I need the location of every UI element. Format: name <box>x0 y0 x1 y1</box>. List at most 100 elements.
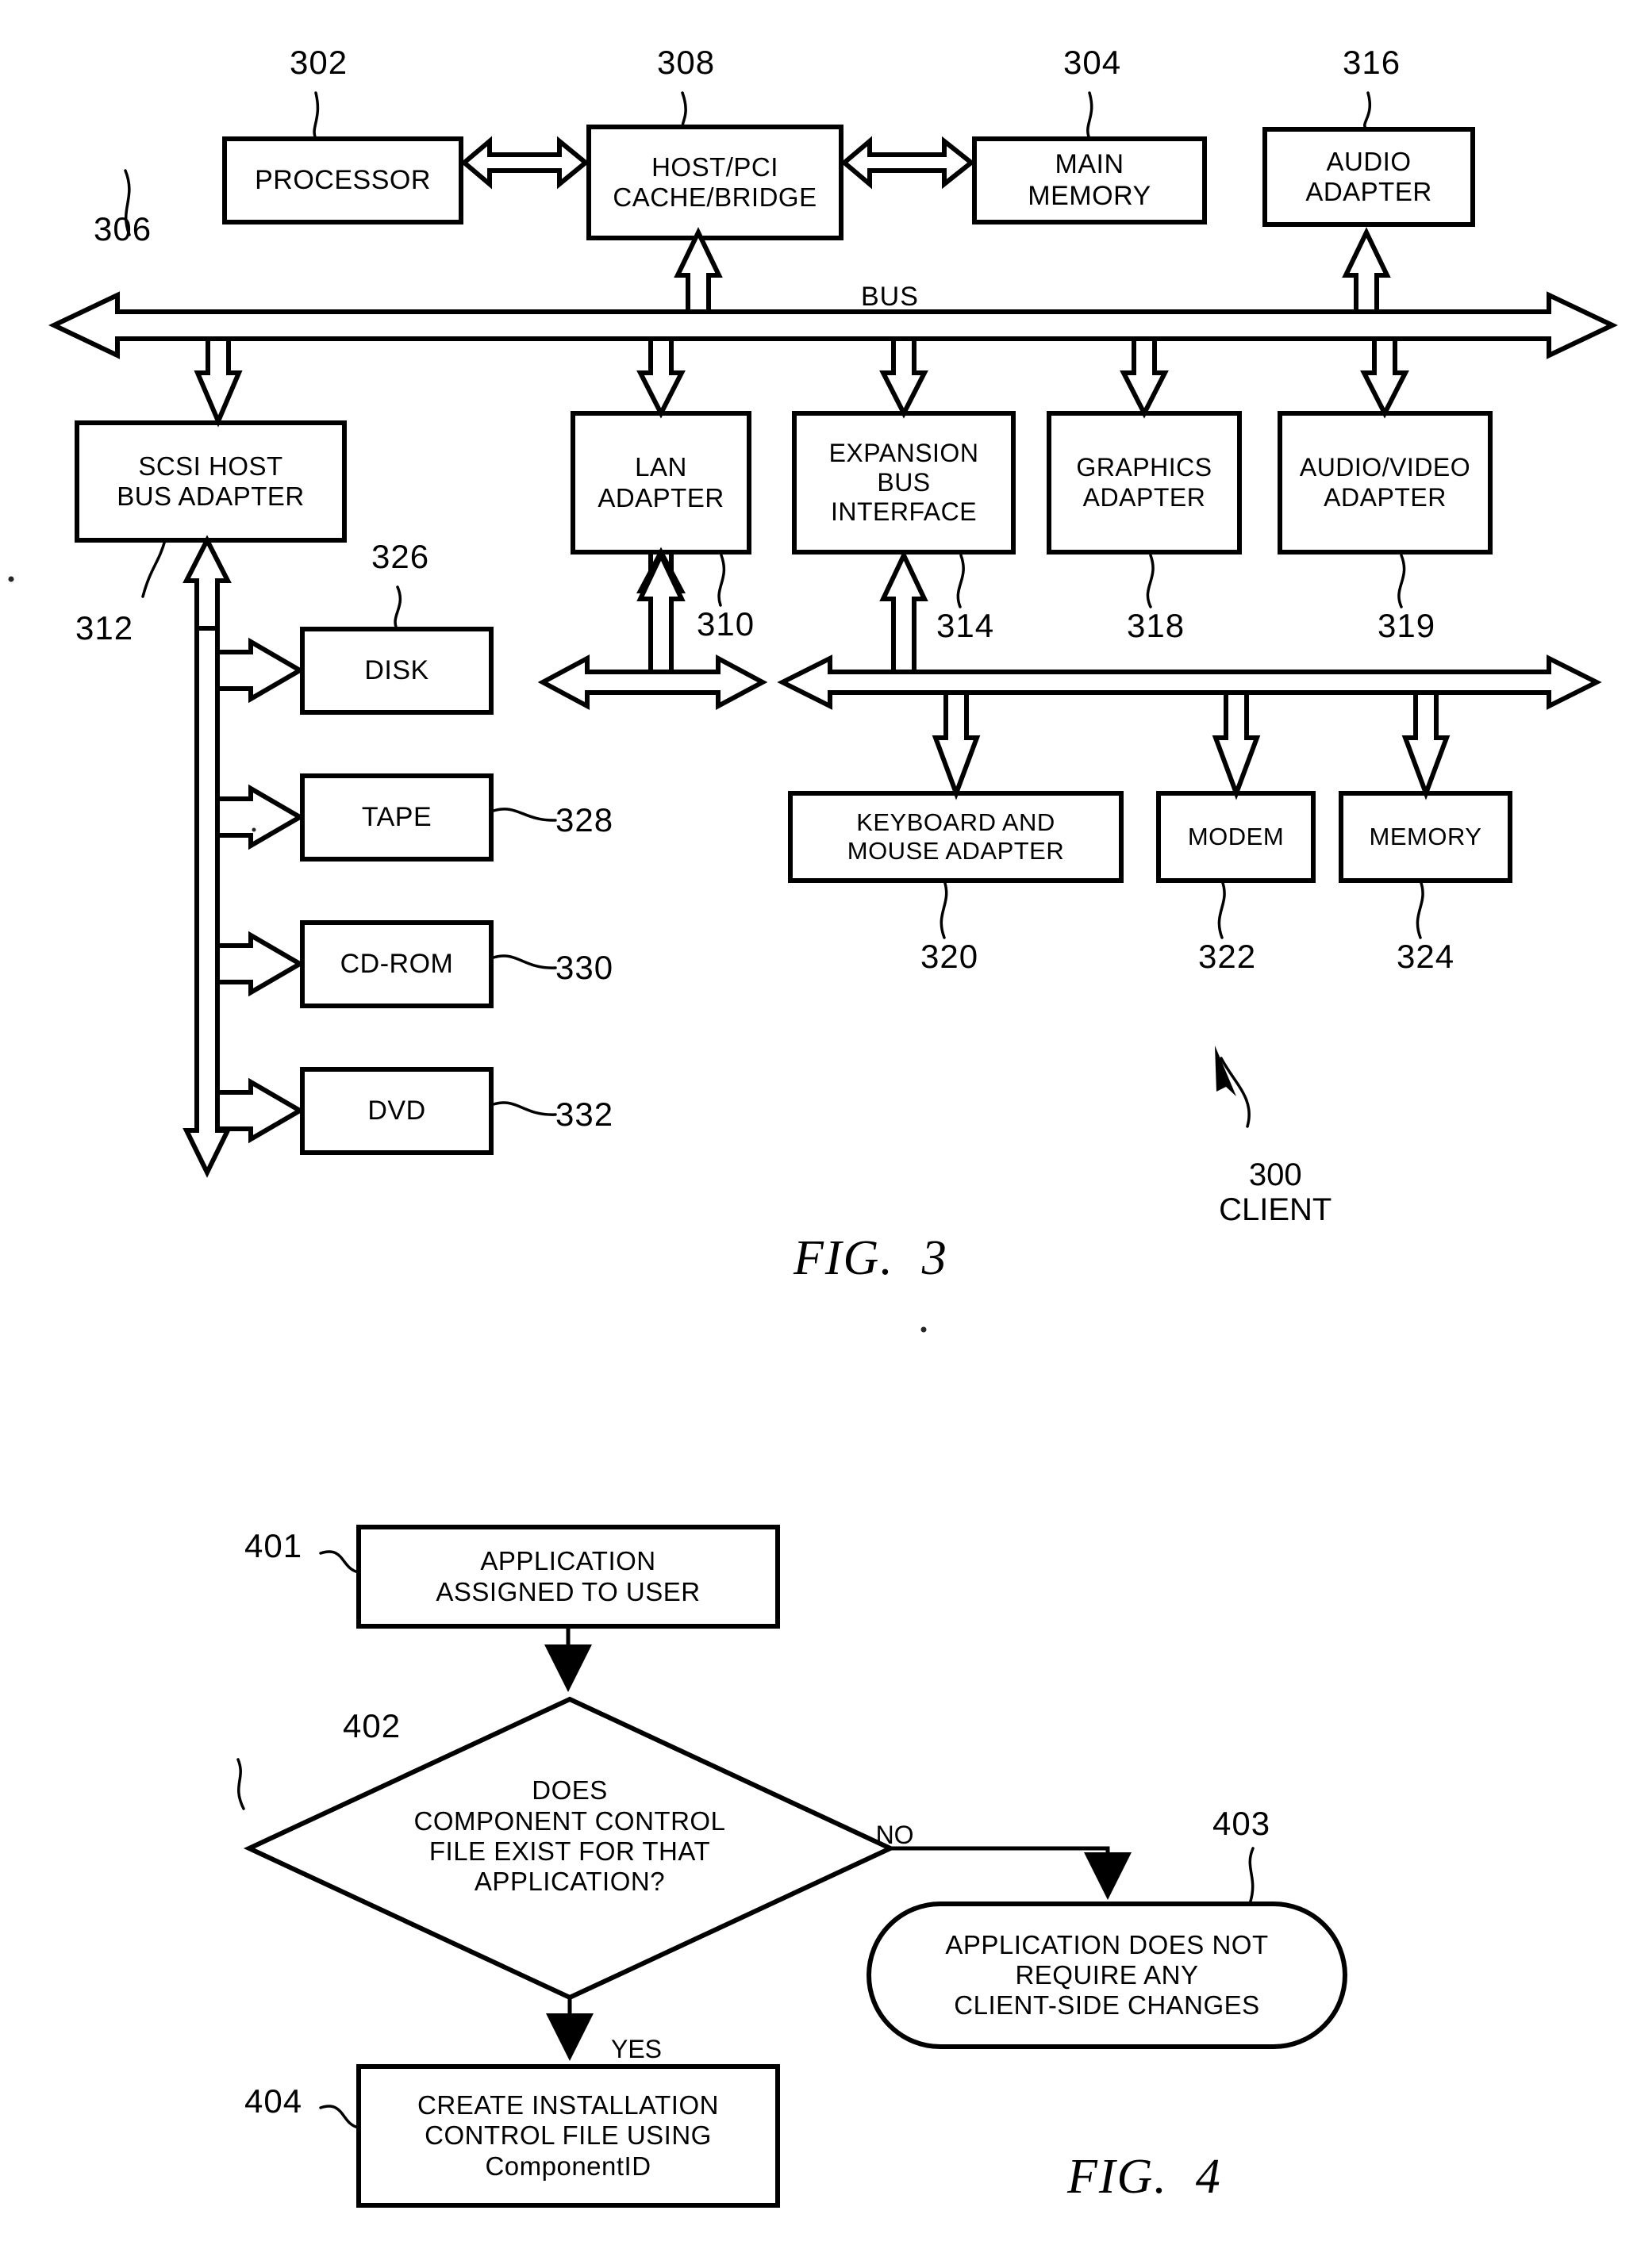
diagram-vector-layer <box>8 91 1618 2208</box>
arrow-lanbus-to-lan-up <box>636 547 686 593</box>
label-modem: MODEM <box>1187 823 1285 851</box>
label-audio-video-adapter: AUDIO/VIDEO ADAPTER <box>1299 453 1471 512</box>
label-cdrom: CD-ROM <box>340 948 454 979</box>
leader-404 <box>319 2105 360 2129</box>
leader-402 <box>236 1758 245 1810</box>
edge-label-no: NO <box>875 1821 914 1849</box>
refnum-304: 304 <box>1063 44 1122 81</box>
client-refnum: 300 <box>1248 1157 1302 1192</box>
leader-308 <box>681 91 687 129</box>
leader-328 <box>492 808 557 822</box>
leader-332 <box>492 1101 557 1116</box>
client-callout: 300 CLIENT <box>1182 1122 1333 1262</box>
arrow-decision-no-to-terminal <box>890 1846 1132 1900</box>
label-bus: BUS <box>861 282 919 312</box>
leader-403 <box>1248 1847 1255 1905</box>
leader-316 <box>1363 91 1371 131</box>
refnum-318: 318 <box>1127 607 1185 644</box>
leader-304 <box>1086 91 1093 140</box>
arrow-bus-to-lan <box>636 336 686 419</box>
arrow-bus-to-bridge <box>674 227 723 314</box>
refnum-328: 328 <box>555 801 614 839</box>
leader-319 <box>1397 554 1406 608</box>
label-audio-adapter: AUDIO ADAPTER <box>1305 146 1432 206</box>
label-processor: PROCESSOR <box>255 164 431 195</box>
refnum-402: 402 <box>343 1707 402 1744</box>
patent-drawing-sheet: PROCESSOR HOST/PCI CACHE/BRIDGE MAIN MEM… <box>0 0 1637 2268</box>
scan-speck <box>252 827 256 832</box>
label-create-installation-control-file: CREATE INSTALLATION CONTROL FILE USING C… <box>417 2090 719 2181</box>
refnum-306: 306 <box>94 210 152 248</box>
refnum-320: 320 <box>920 938 979 975</box>
refnum-401: 401 <box>244 1527 303 1564</box>
arrow-lan-local-up <box>636 549 686 685</box>
leader-318 <box>1146 554 1155 608</box>
label-tape: TAPE <box>361 801 432 832</box>
arrow-bridge-to-memory <box>840 136 975 190</box>
arrow-scsi-to-tape <box>215 784 305 850</box>
leader-302 <box>313 91 320 140</box>
edge-label-yes: YES <box>610 2035 663 2063</box>
label-lan-adapter: LAN ADAPTER <box>598 452 724 512</box>
expansion-bus <box>777 654 1602 710</box>
scsi-device-bus-spine <box>183 626 232 1178</box>
arrow-bus-to-graphics <box>1120 336 1169 419</box>
label-expansion-bus-interface: EXPANSION BUS INTERFACE <box>828 438 979 527</box>
bus-306 <box>48 291 1618 359</box>
label-keyboard-mouse-adapter: KEYBOARD AND MOUSE ADAPTER <box>847 808 1065 865</box>
refnum-404: 404 <box>244 2082 303 2120</box>
arrow-scsi-to-disk <box>215 637 305 704</box>
client-label: CLIENT <box>1219 1192 1332 1227</box>
figure-3-caption: FIG. 3 <box>794 1231 948 1285</box>
label-dvd: DVD <box>367 1095 426 1126</box>
lan-local-bus <box>537 654 768 711</box>
leader-330 <box>492 954 557 969</box>
refnum-324: 324 <box>1397 938 1455 975</box>
refnum-332: 332 <box>555 1096 614 1133</box>
scan-speck <box>8 576 14 582</box>
label-application-no-changes: APPLICATION DOES NOT REQUIRE ANY CLIENT-… <box>945 1929 1269 2020</box>
arrow-bus-to-scsi <box>194 336 243 428</box>
leader-320 <box>940 879 948 939</box>
arrow-devicebus-to-scsi <box>183 535 232 631</box>
arrow-bus-to-audio-adapter <box>1342 227 1391 314</box>
arrow-bus-to-audio-video <box>1360 336 1409 419</box>
arrow-processor-to-bridge <box>460 136 590 190</box>
refnum-302: 302 <box>290 44 348 81</box>
figure-4-caption: FIG. 4 <box>1067 2150 1222 2204</box>
arrow-expbus-to-modem <box>1212 690 1261 800</box>
leader-326 <box>394 585 402 631</box>
leader-314 <box>956 554 965 608</box>
leader-401 <box>319 1550 360 1574</box>
refnum-326: 326 <box>371 538 430 575</box>
refnum-330: 330 <box>555 949 614 986</box>
leader-324 <box>1416 879 1424 939</box>
arrow-scsi-to-dvd <box>215 1077 305 1144</box>
arrow-expbus-to-memory <box>1401 690 1451 800</box>
refnum-314: 314 <box>936 607 995 644</box>
refnum-319: 319 <box>1378 607 1436 644</box>
leader-310 <box>717 554 726 607</box>
label-application-assigned-to-user: APPLICATION ASSIGNED TO USER <box>436 1546 701 1606</box>
label-main-memory: MAIN MEMORY <box>1028 149 1151 211</box>
leader-322 <box>1217 879 1226 939</box>
label-host-pci-cache-bridge: HOST/PCI CACHE/BRIDGE <box>613 152 817 212</box>
label-scsi-host-bus-adapter: SCSI HOST BUS ADAPTER <box>117 451 305 511</box>
leader-312 <box>141 539 167 598</box>
label-graphics-adapter: GRAPHICS ADAPTER <box>1076 453 1212 512</box>
arrow-bus-to-expansion <box>879 336 928 419</box>
label-memory: MEMORY <box>1369 823 1482 851</box>
arrow-lowerbus-to-expansion <box>879 549 928 674</box>
label-disk: DISK <box>364 654 429 685</box>
leader-300 <box>1220 1057 1251 1128</box>
refnum-312: 312 <box>75 609 134 647</box>
refnum-316: 316 <box>1343 44 1401 81</box>
refnum-322: 322 <box>1198 938 1257 975</box>
pointer-300-arrowhead <box>1215 1046 1236 1096</box>
refnum-310: 310 <box>697 605 755 643</box>
arrow-expbus-to-keyboard <box>932 690 981 800</box>
arrow-scsi-to-cdrom <box>215 931 305 997</box>
refnum-403: 403 <box>1212 1805 1271 1842</box>
label-decision-component-control-file: DOES COMPONENT CONTROL FILE EXIST FOR TH… <box>413 1775 726 1897</box>
refnum-308: 308 <box>657 44 716 81</box>
